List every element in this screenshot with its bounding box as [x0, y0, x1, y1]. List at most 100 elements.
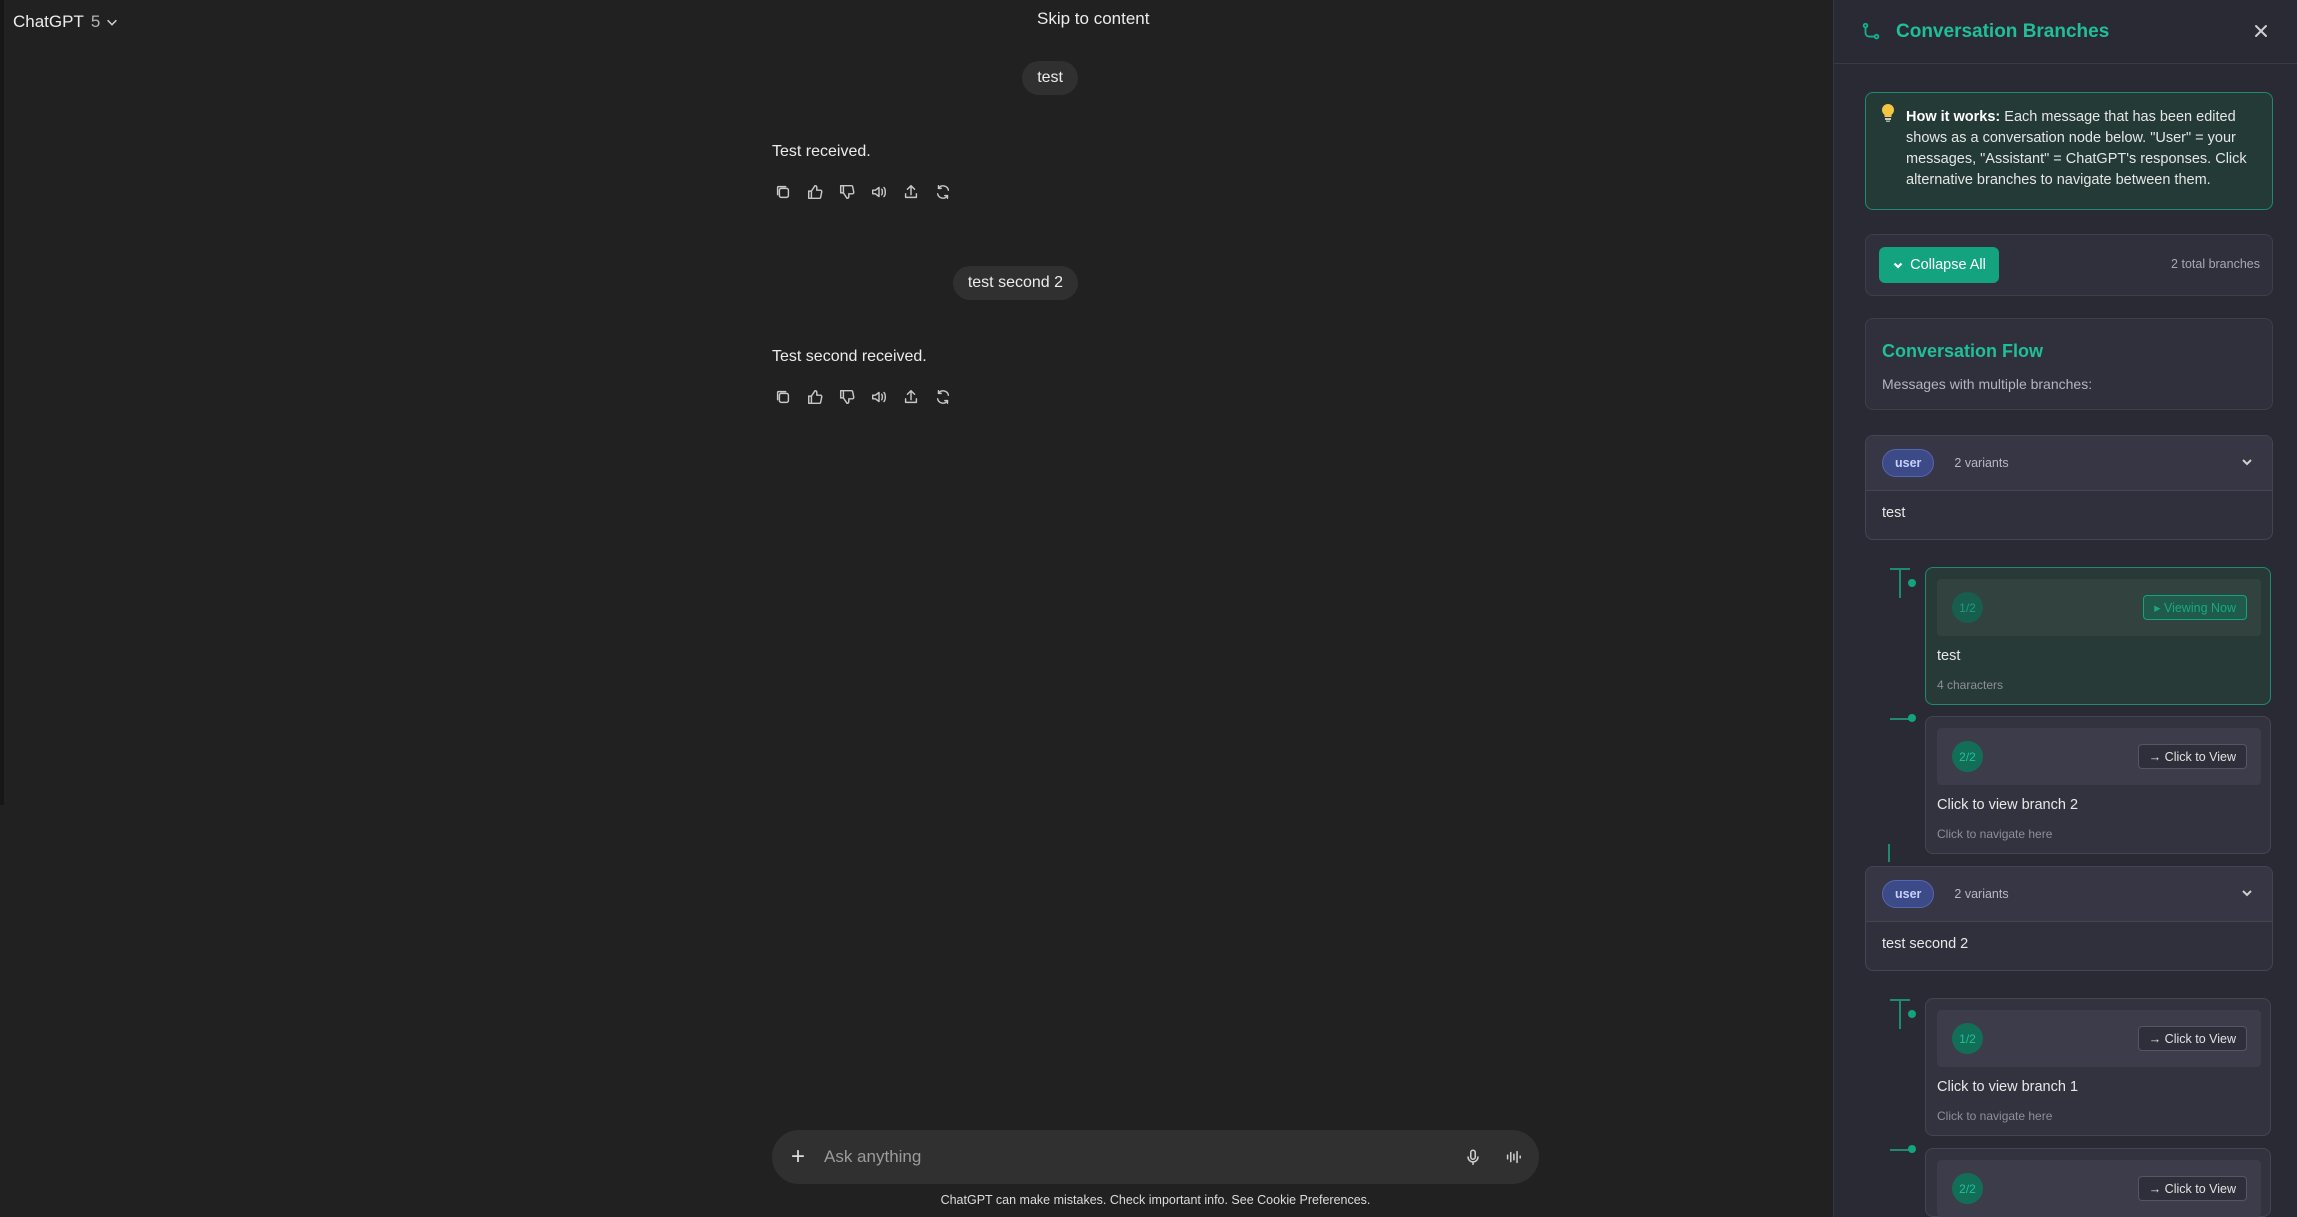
variant-header: 2/2 → Click to View [1937, 1160, 2261, 1217]
variant-text: Click to view branch 1 [1937, 1079, 2079, 1095]
thumbs-up-icon [807, 389, 823, 405]
composer: + [772, 1130, 1539, 1184]
flow-subtitle: Messages with multiple branches: [1882, 376, 2093, 392]
total-branches: 2 total branches [2171, 257, 2260, 271]
copy-icon [776, 185, 790, 199]
copy-icon [776, 390, 790, 404]
viewing-now-button[interactable]: ▸ Viewing Now [2143, 595, 2247, 620]
collapse-all-label: Collapse All [1910, 257, 1986, 273]
message-actions [772, 181, 954, 203]
node-header[interactable]: user 2 variants [1866, 436, 2272, 491]
thumbs-down-button[interactable] [836, 181, 858, 203]
tree-connector [1888, 844, 1890, 862]
variant-text: Click to view branch 2 [1937, 797, 2079, 813]
how-it-works-box: How it works: Each message that has been… [1865, 92, 2273, 210]
branch-variant[interactable]: 1/2 ▸ Viewing Now test 4 characters [1925, 567, 2271, 705]
add-attachment-button[interactable]: + [786, 1143, 810, 1170]
chevron-down-icon [1893, 262, 1903, 269]
variants-count: 2 variants [1954, 456, 2009, 470]
microphone-icon [1467, 1149, 1479, 1165]
model-version: 5 [90, 12, 101, 31]
regenerate-icon [936, 389, 950, 405]
share-icon [904, 184, 918, 199]
click-to-view-button[interactable]: → Click to View [2137, 744, 2247, 769]
voice-mode-button[interactable] [1501, 1145, 1525, 1169]
read-aloud-button[interactable] [868, 181, 890, 203]
close-panel-button[interactable] [2252, 22, 2272, 42]
info-heading: How it works: [1906, 109, 2001, 125]
panel-title: Conversation Branches [1896, 20, 2110, 42]
prompt-input[interactable] [824, 1147, 1445, 1167]
branch-variant[interactable]: 1/2 → Click to View Click to view branch… [1925, 998, 2271, 1136]
variant-header: 2/2 → Click to View [1937, 728, 2261, 785]
node-text: test [1882, 505, 1906, 521]
collapse-all-button[interactable]: Collapse All [1879, 247, 1999, 283]
thumbs-down-button[interactable] [836, 386, 858, 408]
branch-variant[interactable]: 2/2 → Click to View Click to view branch… [1925, 716, 2271, 854]
thumbs-up-button[interactable] [804, 386, 826, 408]
variant-index-badge: 1/2 [1952, 1023, 1983, 1054]
variant-meta: Click to navigate here [1937, 827, 2053, 841]
tree-node-dot [1908, 579, 1916, 587]
assistant-message: Test second received. [772, 348, 927, 365]
dictate-button[interactable] [1461, 1145, 1485, 1169]
node-text: test second 2 [1882, 936, 1969, 952]
disclaimer: ChatGPT can make mistakes. Check importa… [940, 1193, 1371, 1207]
voice-waveform-icon [1506, 1150, 1521, 1164]
copy-button[interactable] [772, 181, 794, 203]
plus-icon: + [790, 1143, 805, 1170]
skip-to-content-link[interactable]: Skip to content [1037, 9, 1149, 29]
thumbs-up-button[interactable] [804, 181, 826, 203]
close-icon [2255, 25, 2267, 37]
user-message: test second 2 [952, 266, 1078, 300]
copy-button[interactable] [772, 386, 794, 408]
variants-count: 2 variants [1954, 887, 2009, 901]
thumbs-up-icon [807, 184, 823, 200]
tree-connector [1899, 999, 1901, 1029]
role-badge: user [1882, 880, 1935, 908]
tree-node-dot [1908, 714, 1916, 722]
click-to-view-button[interactable]: → Click to View [2137, 1176, 2247, 1201]
assistant-message: Test received. [772, 143, 871, 160]
read-aloud-icon [871, 186, 887, 198]
read-aloud-icon [871, 391, 887, 403]
app-window: ChatGPT 5 Skip to content test Test rece… [0, 0, 2297, 1217]
tree-node-dot [1908, 1145, 1916, 1153]
thumbs-down-icon [839, 184, 855, 200]
chevron-down-icon[interactable] [2240, 455, 2256, 471]
thumbs-down-icon [839, 389, 855, 405]
regenerate-button[interactable] [932, 386, 954, 408]
flow-title: Conversation Flow [1882, 341, 2044, 361]
model-name: ChatGPT [13, 12, 84, 31]
tree-connector [1890, 568, 1910, 570]
sidebar-edge [0, 0, 4, 805]
branch-variant[interactable]: 2/2 → Click to View [1925, 1148, 2271, 1217]
model-selector[interactable]: ChatGPT 5 [13, 10, 119, 34]
role-badge: user [1882, 449, 1935, 477]
conversation-node[interactable]: user 2 variants test second 2 [1865, 866, 2273, 971]
controls-box: Collapse All 2 total branches [1865, 234, 2273, 296]
chevron-down-icon[interactable] [2240, 886, 2256, 902]
variant-text: test [1937, 648, 1961, 664]
tree-connector [1899, 568, 1901, 598]
share-button[interactable] [900, 386, 922, 408]
regenerate-icon [936, 184, 950, 200]
regenerate-button[interactable] [932, 181, 954, 203]
tree-node-dot [1908, 1010, 1916, 1018]
git-branch-icon [1860, 21, 1882, 43]
variant-meta: Click to navigate here [1937, 1109, 2053, 1123]
user-message: test [1022, 61, 1078, 95]
tree-connector [1890, 1149, 1910, 1151]
tree-connector [1890, 718, 1910, 720]
share-button[interactable] [900, 181, 922, 203]
lightbulb-icon [1881, 103, 1895, 122]
node-header[interactable]: user 2 variants [1866, 867, 2272, 922]
share-icon [904, 389, 918, 404]
variant-header: 1/2 → Click to View [1937, 1010, 2261, 1067]
chat-area: ChatGPT 5 Skip to content test Test rece… [0, 0, 1833, 1217]
click-to-view-button[interactable]: → Click to View [2137, 1026, 2247, 1051]
conversation-node[interactable]: user 2 variants test [1865, 435, 2273, 540]
read-aloud-button[interactable] [868, 386, 890, 408]
variant-header: 1/2 ▸ Viewing Now [1937, 579, 2261, 636]
chevron-down-icon [107, 19, 118, 26]
